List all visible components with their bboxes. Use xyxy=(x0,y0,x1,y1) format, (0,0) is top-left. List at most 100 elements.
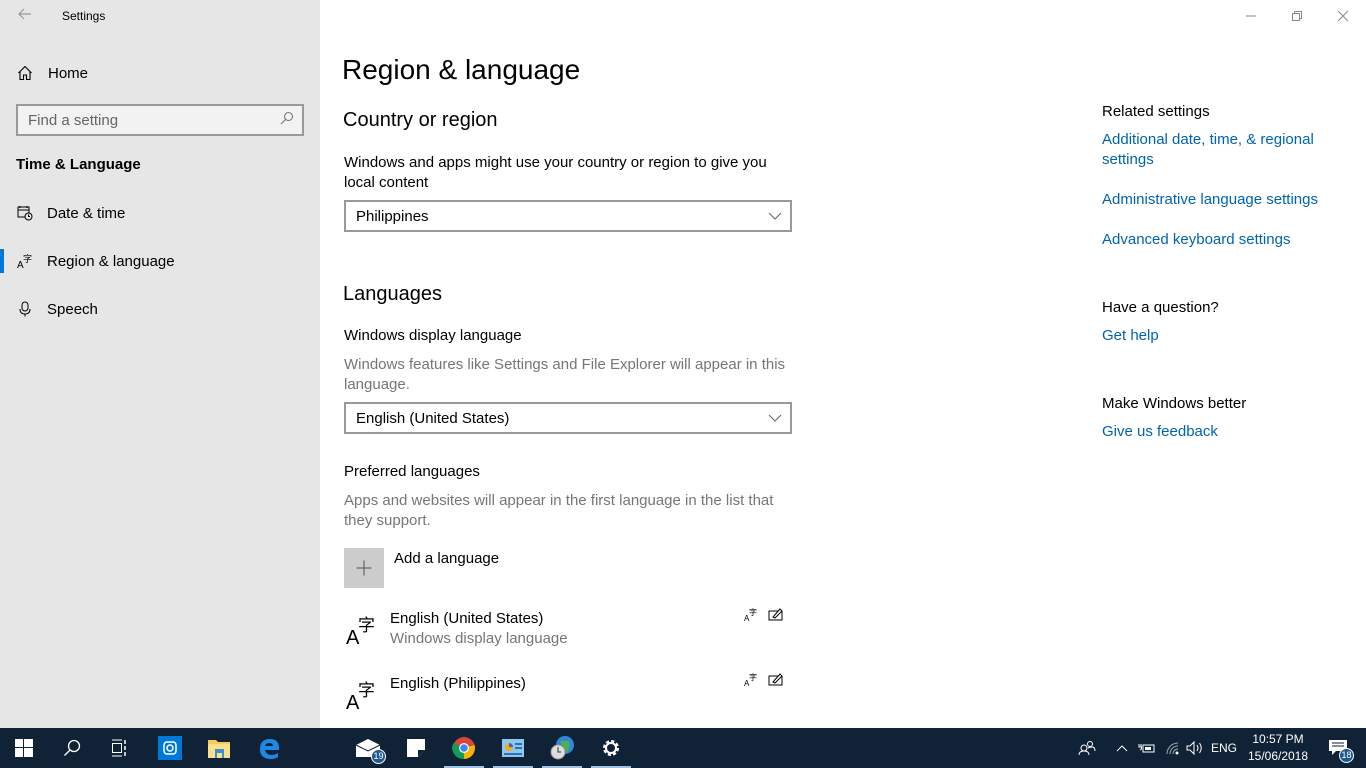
windows-logo-icon xyxy=(15,739,33,757)
country-value: Philippines xyxy=(356,207,429,225)
start-button[interactable] xyxy=(0,728,48,768)
taskbar-edge[interactable] xyxy=(245,728,293,768)
clock[interactable]: 10:57 PM 15/06/2018 xyxy=(1242,731,1314,765)
close-icon xyxy=(1337,10,1349,22)
globe-clock-icon xyxy=(550,736,574,760)
taskbar-search-button[interactable] xyxy=(48,728,96,768)
people-button[interactable] xyxy=(1074,728,1100,768)
main-content: Region & language Country or region Wind… xyxy=(320,0,1080,728)
display-language-dropdown[interactable]: English (United States) xyxy=(344,402,792,434)
give-feedback-link[interactable]: Give us feedback xyxy=(1102,422,1342,442)
languages-heading: Languages xyxy=(343,283,442,305)
taskbar-mail[interactable]: 19 xyxy=(344,728,392,768)
handwriting-icon xyxy=(768,606,784,622)
add-language-button[interactable]: Add a language xyxy=(344,548,499,588)
chevron-up-icon xyxy=(1116,745,1128,752)
taskbar-control-panel[interactable] xyxy=(489,728,537,768)
taskbar: 19 ENG 10:57 PM 15/06/2018 18 xyxy=(0,728,1366,768)
restore-button[interactable] xyxy=(1274,0,1320,32)
language-features: A字 xyxy=(744,671,784,687)
calendar-clock-icon xyxy=(17,205,33,221)
volume-button[interactable] xyxy=(1184,728,1206,768)
back-button[interactable] xyxy=(14,4,36,28)
get-help-link[interactable]: Get help xyxy=(1102,326,1342,346)
preferred-languages-description: Apps and websites will appear in the fir… xyxy=(344,492,774,529)
related-settings-heading: Related settings xyxy=(1102,103,1210,120)
svg-text:字: 字 xyxy=(749,607,757,617)
sidebar-item-region-language[interactable]: A字 Region & language xyxy=(0,241,320,281)
language-name: English (Philippines) xyxy=(390,675,526,692)
sidebar-item-date-time[interactable]: Date & time xyxy=(0,193,320,233)
language-subtitle: Windows display language xyxy=(390,630,568,647)
edge-icon xyxy=(260,739,279,759)
language-list-item[interactable]: A字 English (Philippines) A字 xyxy=(344,672,792,731)
language-list-item[interactable]: A字 English (United States) Windows displ… xyxy=(344,607,792,666)
window-controls xyxy=(1228,0,1366,32)
sticky-notes-icon xyxy=(407,739,425,757)
sidebar-item-speech[interactable]: Speech xyxy=(0,289,320,329)
svg-text:字: 字 xyxy=(358,681,375,701)
input-language-indicator[interactable]: ENG xyxy=(1208,728,1240,768)
preferred-languages-label: Preferred languages xyxy=(344,463,480,480)
chevron-down-icon xyxy=(768,414,782,422)
display-language-value: English (United States) xyxy=(356,409,510,427)
feedback-heading: Make Windows better xyxy=(1102,395,1247,412)
language-name: English (United States) xyxy=(390,610,544,627)
wifi-icon xyxy=(1166,742,1179,755)
taskbar-sticky-notes[interactable] xyxy=(392,728,440,768)
folder-icon xyxy=(208,740,230,758)
taskbar-instagram-app[interactable] xyxy=(146,728,194,768)
back-arrow-icon xyxy=(18,8,31,20)
section-title: Time & Language xyxy=(16,156,141,173)
additional-date-time-link[interactable]: Additional date, time, & regional settin… xyxy=(1102,130,1342,170)
sidebar-item-home[interactable]: Home xyxy=(0,58,320,88)
speaker-icon xyxy=(1186,741,1202,755)
taskbar-file-explorer[interactable] xyxy=(195,728,243,768)
country-description: Windows and apps might use your country … xyxy=(344,154,767,191)
svg-text:字: 字 xyxy=(749,672,757,682)
sidebar: Settings Home Time & Language Date & tim… xyxy=(0,0,320,728)
search-box[interactable] xyxy=(16,104,304,136)
advanced-keyboard-link[interactable]: Advanced keyboard settings xyxy=(1102,230,1342,250)
window-title: Settings xyxy=(62,9,106,23)
svg-text:字: 字 xyxy=(23,253,32,265)
language-pack-icon: A字 xyxy=(744,671,760,687)
display-language-label: Windows display language xyxy=(344,327,522,344)
control-panel-icon xyxy=(502,739,524,757)
close-button[interactable] xyxy=(1320,0,1366,32)
administrative-language-link[interactable]: Administrative language settings xyxy=(1102,190,1342,210)
notifications-badge: 18 xyxy=(1339,748,1354,763)
chrome-icon xyxy=(452,737,475,760)
language-icon: A字 xyxy=(17,253,33,269)
action-center-button[interactable]: 18 xyxy=(1318,728,1358,768)
network-button[interactable] xyxy=(1162,728,1184,768)
taskbar-chrome[interactable] xyxy=(440,728,488,768)
country-heading: Country or region xyxy=(343,109,498,131)
search-input[interactable] xyxy=(28,111,280,129)
date-time-label: Date & time xyxy=(47,204,126,222)
battery-charging-icon xyxy=(1138,744,1155,753)
language-features: A字 xyxy=(744,606,784,622)
show-hidden-icons-button[interactable] xyxy=(1112,728,1132,768)
language-icon: A字 xyxy=(346,614,378,649)
home-icon xyxy=(17,65,33,81)
question-heading: Have a question? xyxy=(1102,299,1219,316)
minimize-button[interactable] xyxy=(1228,0,1274,32)
country-dropdown[interactable]: Philippines xyxy=(344,200,792,232)
search-icon xyxy=(64,739,81,756)
speech-label: Speech xyxy=(47,300,98,318)
display-language-description: Windows features like Settings and File … xyxy=(344,356,786,393)
handwriting-icon xyxy=(768,671,784,687)
task-view-button[interactable] xyxy=(96,728,144,768)
taskbar-settings[interactable] xyxy=(587,728,635,768)
battery-button[interactable] xyxy=(1136,728,1158,768)
minimize-icon xyxy=(1246,15,1256,17)
mail-badge: 19 xyxy=(371,749,386,764)
people-icon xyxy=(1078,741,1096,756)
taskbar-date-time-app[interactable] xyxy=(538,728,586,768)
plus-icon xyxy=(344,548,384,588)
settings-window: Settings Home Time & Language Date & tim… xyxy=(0,0,1366,728)
restore-icon xyxy=(1292,11,1302,21)
home-label: Home xyxy=(48,64,89,82)
search-icon[interactable] xyxy=(280,111,294,130)
